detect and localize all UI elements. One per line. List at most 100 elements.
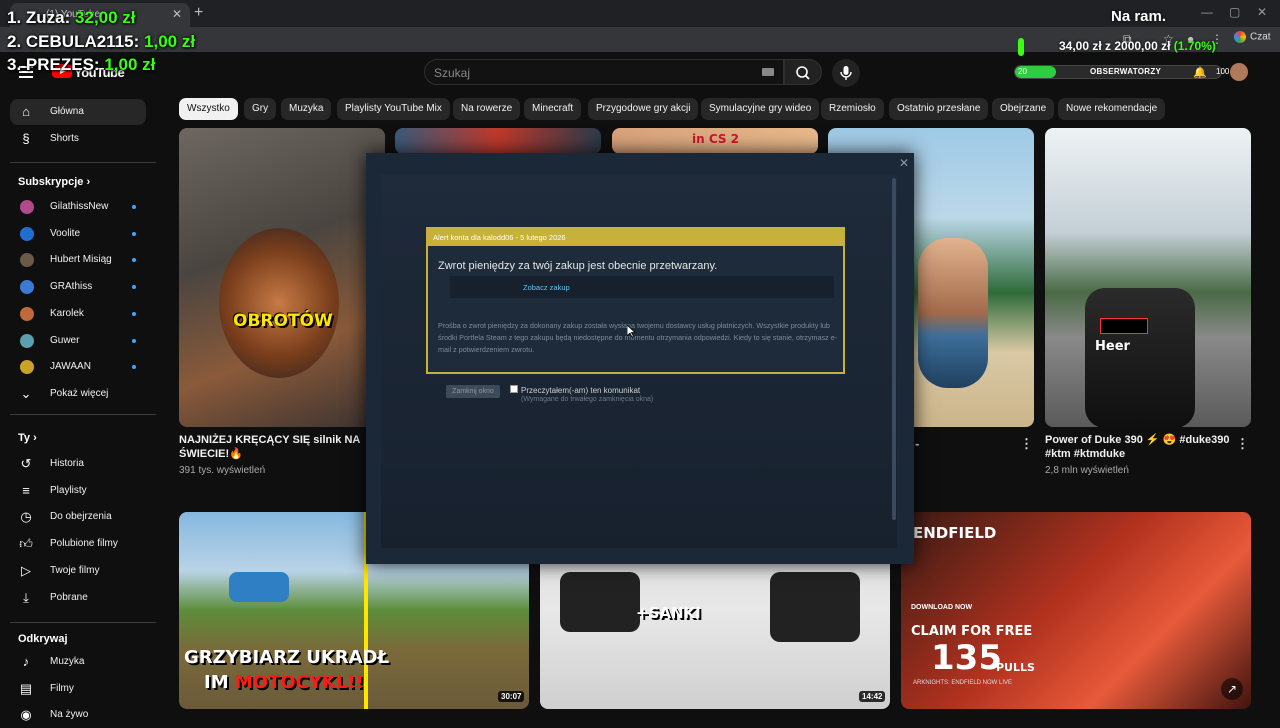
sidebar-item-do-obejrzenia[interactable]: ◷ Do obejrzenia [10,504,146,530]
video-thumbnail[interactable]: in CS 2 [612,128,818,154]
ad-thumbnail[interactable]: ENDFIELD DOWNLOAD NOW CLAIM FOR FREE 135… [901,512,1251,709]
video-menu-icon[interactable]: - [915,436,919,451]
new-tab-icon[interactable]: + [194,4,203,22]
sidebar-item-label: GilathissNew [50,201,109,212]
alert-header-text: Alert konta dla kalodd06 - 5 lutego 2026 [433,233,566,242]
mouse-cursor-icon [627,325,636,338]
top-donor-2: 2. CEBULA2115: 1,00 zł [7,32,195,52]
top-donor-3: 3. PREZES: 1,00 zł [7,55,155,75]
sidebar-item-muzyka[interactable]: ♪ Muzyka [10,649,146,675]
thumb-up-icon: 👍︎ [19,536,33,552]
dialog-close-icon[interactable]: ✕ [899,156,909,170]
new-content-dot [132,365,136,370]
chip-na-rowerze[interactable]: Na rowerze [453,98,521,120]
chip-nowe-rekomendacje[interactable]: Nowe rekomendacje [1058,98,1166,120]
chip-wszystko[interactable]: Wszystko [179,98,238,120]
minimize-icon[interactable]: — [1201,5,1213,19]
video-title[interactable]: NAJNIŻEJ KRĘCĄCY SIĘ silnik NA ŚWIECIE!🔥 [179,433,369,461]
account-avatar[interactable] [1230,63,1248,81]
sidebar-item-label: Playlisty [50,484,87,496]
goal-amount: 34,00 zł z 2000,00 zł [1059,39,1171,53]
you-header[interactable]: Ty › [18,432,37,444]
chat-button[interactable]: Czat [1234,31,1271,43]
sidebar-item-channel[interactable]: Guwer [10,328,146,354]
video-title[interactable]: Power of Duke 390 ⚡ 😍 #duke390 #ktm #ktm… [1045,433,1235,461]
thumbnail-caption: +SANKI [636,604,701,622]
alert-link-row: Zobacz zakup [450,276,834,298]
sidebar-item-label: Historia [50,458,84,469]
sidebar-item-label: Shorts [50,133,79,144]
sidebar-item-na-żywo[interactable]: ◉ Na żywo [10,702,146,728]
sidebar-item-channel[interactable]: Karolek [10,301,146,327]
sidebar-item-channel[interactable]: Hubert Misiąg [10,247,146,273]
sidebar-item-label: Do obejrzenia [50,511,112,523]
sidebar-item-pobrane[interactable]: ⤓ Pobrane [10,585,146,611]
chip-obejrzane[interactable]: Obejrzane [992,98,1055,120]
video-menu-icon[interactable]: ⋮ [1020,436,1033,452]
search-button[interactable] [784,59,822,85]
chevron-right-icon: › [86,176,91,188]
sidebar-item-filmy[interactable]: ▤ Filmy [10,676,146,702]
channel-avatar [20,200,34,214]
keyboard-icon[interactable] [762,68,774,76]
sidebar-item-historia[interactable]: ↺ Historia [10,451,146,477]
chip-przygodowe-gry-akcji[interactable]: Przygodowe gry akcji [588,98,699,120]
sidebar-item-label: Główna [50,106,84,117]
video-icon: ▷ [21,562,31,578]
sidebar-item-polubione-filmy[interactable]: 👍︎ Polubione filmy [10,531,146,557]
thumbnail-caption: Heer [1095,339,1130,354]
video-thumbnail[interactable]: Heer [1045,128,1251,427]
video-duration: 14:42 [859,691,886,702]
channel-avatar [20,333,34,348]
view-purchase-link[interactable]: Zobacz zakup [523,283,570,292]
close-window-button[interactable]: Zamknij okno [446,385,500,398]
new-content-dot [132,231,136,236]
download-badge: DOWNLOAD NOW [911,604,973,611]
chip-ostatnio-przesłane[interactable]: Ostatnio przesłane [889,98,989,120]
new-content-dot [132,285,136,290]
alert-message: Zwrot pieniędzy za twój zakup jest obecn… [438,260,718,272]
playlist-icon: ≡ [22,482,30,498]
open-external-icon[interactable]: ↗ [1221,678,1243,700]
sidebar-item-channel[interactable]: GilathissNew [10,194,146,220]
chip-gry[interactable]: Gry [244,98,277,120]
new-content-dot [132,311,136,316]
caption-part: IM [204,672,235,693]
chip-muzyka[interactable]: Muzyka [281,98,332,120]
acknowledge-checkbox[interactable] [510,385,518,393]
sidebar-item-twoje-filmy[interactable]: ▷ Twoje filmy [10,558,146,584]
sidebar-item-label: JAWAAN [50,361,91,373]
close-tab-icon[interactable]: ✕ [172,7,182,21]
subscriptions-header-label: Subskrypcje [18,176,84,188]
pulls-label: PULLS [996,661,1035,674]
sidebar-item-channel[interactable]: Voolite [10,221,146,247]
subscriptions-header[interactable]: Subskrypcje › [18,176,90,188]
chip-minecraft[interactable]: Minecraft [524,98,582,120]
alert-header: Alert konta dla kalodd06 - 5 lutego 2026 [428,229,843,246]
chip-playlisty-youtube-mix[interactable]: Playlisty YouTube Mix [337,98,450,120]
dialog-scrollbar[interactable] [892,178,896,520]
channel-avatar [20,253,34,268]
chevron-down-icon: ⌄ [20,386,32,401]
notifications-bell-icon[interactable]: 🔔 [1193,66,1207,79]
video-thumbnail[interactable]: OBROTÓW [179,128,385,427]
sidebar-item-label: Karolek [50,307,84,319]
sidebar-item-playlisty[interactable]: ≡ Playlisty [10,478,146,504]
sidebar-item-show-more[interactable]: ⌄ Pokaż więcej [10,381,146,407]
sidebar-item-channel[interactable]: JAWAAN [10,354,146,380]
window-close-icon[interactable]: ✕ [1257,5,1267,19]
acknowledge-label[interactable]: Przeczytałem(-am) ten komunikat [521,386,640,395]
chip-rzemiosło[interactable]: Rzemiosło [821,98,884,120]
maximize-icon[interactable]: ▢ [1229,5,1240,19]
chip-symulacyjne-gry-wideo[interactable]: Symulacyjne gry wideo [701,98,820,120]
sidebar-item-shorts[interactable]: § Shorts [10,126,146,152]
sidebar-item-home[interactable]: ⌂ Główna [10,99,146,125]
donor-name: 1. Zuza: [7,8,71,27]
video-menu-icon[interactable]: ⋮ [1236,436,1249,452]
sidebar-item-channel[interactable]: GRAthiss [10,274,146,300]
voice-search-button[interactable] [832,59,860,87]
new-content-dot [132,338,136,343]
search-input[interactable] [434,64,744,81]
video-thumbnail[interactable] [395,128,601,154]
tab-strip: (1) YouTube ✕ + — ▢ ✕ [0,0,1280,27]
